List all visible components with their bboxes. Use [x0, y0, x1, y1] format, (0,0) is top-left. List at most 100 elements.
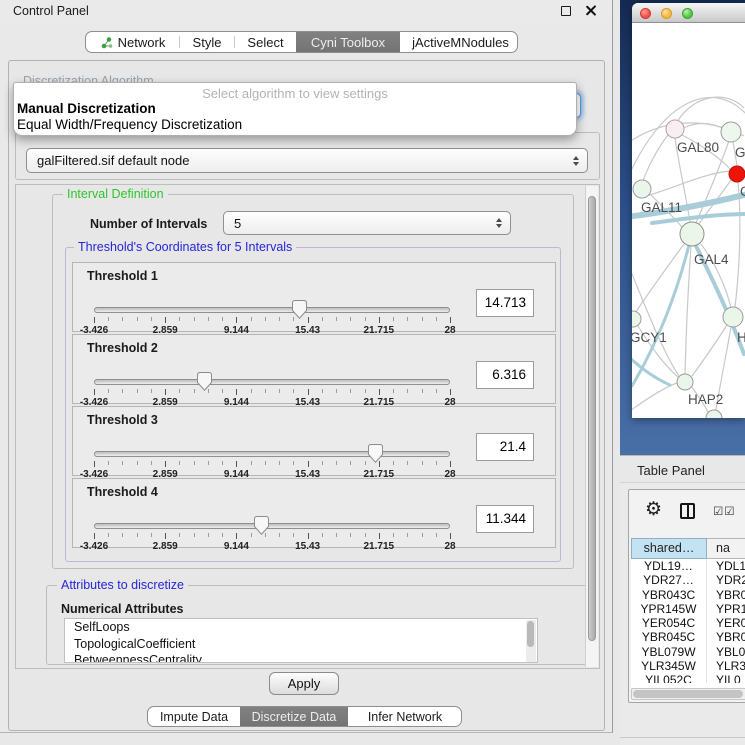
table-row[interactable]: YLR345WYLR3	[631, 659, 745, 673]
close-window-icon[interactable]	[585, 5, 596, 16]
split-columns-icon[interactable]	[680, 503, 695, 519]
slider-thumb[interactable]	[197, 372, 212, 391]
table-row[interactable]: YIL052CYIL0	[631, 673, 745, 683]
threshold-slider[interactable]: -3.4262.8599.14415.4321.71528	[94, 375, 450, 405]
float-window-icon[interactable]	[561, 6, 571, 16]
panel-divider	[620, 737, 745, 738]
network-edge[interactable]	[632, 383, 677, 414]
mac-zoom-icon[interactable]	[682, 8, 693, 19]
tick-mark	[379, 317, 380, 323]
dropdown-option-manual-discretization[interactable]: Manual Discretization	[14, 101, 576, 117]
thresholds-group-label: Threshold's Coordinates for 5 Intervals	[74, 241, 296, 254]
network-edge[interactable]	[735, 182, 740, 307]
tick-label: -3.426	[80, 541, 108, 552]
tab-jactivemnodules[interactable]: jActiveMNodules	[400, 32, 518, 52]
tick-mark	[308, 461, 309, 467]
table-row[interactable]: YDL19…YDL1	[631, 559, 745, 573]
dropdown-option-equal-width-frequency-discretization[interactable]: Equal Width/Frequency Discretization	[14, 117, 576, 133]
tick-mark	[379, 389, 380, 395]
tab-style[interactable]: Style	[180, 32, 234, 52]
attribute-item[interactable]: BetweennessCentrality	[65, 652, 537, 663]
slider-thumb[interactable]	[292, 300, 307, 319]
threshold-value-field[interactable]: 11.344	[476, 505, 534, 533]
table-hscrollbar[interactable]	[631, 688, 745, 700]
tick-mark	[137, 389, 138, 393]
tick-mark	[122, 533, 123, 537]
tab-network[interactable]: Network	[86, 32, 179, 52]
network-node[interactable]	[633, 180, 651, 198]
table-row[interactable]: YBL079WYBL0	[631, 645, 745, 659]
tick-mark	[379, 533, 380, 539]
tick-mark	[450, 389, 451, 395]
network-node[interactable]	[677, 374, 693, 390]
threshold-value-field[interactable]: 6.316	[476, 361, 534, 389]
network-edge-highlighted[interactable]	[652, 214, 745, 223]
attributes-scrollbar[interactable]	[526, 620, 536, 662]
network-edge[interactable]	[692, 325, 727, 376]
settings-scrollbar[interactable]	[585, 186, 598, 667]
network-node[interactable]	[666, 120, 684, 138]
threshold-slider[interactable]: -3.4262.8599.14415.4321.71528	[94, 303, 450, 333]
mac-close-icon[interactable]	[640, 8, 651, 19]
threshold-value-field[interactable]: 21.4	[476, 433, 534, 461]
table-header-row: shared… na	[631, 538, 745, 559]
slider-track[interactable]	[94, 379, 450, 385]
table-cell: YDR2	[707, 573, 745, 587]
tick-mark	[322, 317, 323, 321]
network-node[interactable]	[632, 311, 641, 327]
numerical-attributes-list[interactable]: SelfLoopsTopologicalCoefficientBetweenne…	[64, 618, 538, 663]
network-node[interactable]	[706, 410, 722, 418]
tab-label: Select	[247, 35, 283, 50]
slider-track[interactable]	[94, 307, 450, 313]
network-canvas[interactable]: GAL80GACGAL11GAL4GCY1HHAP2	[632, 24, 745, 418]
table-row[interactable]: YBR043CYBR0	[631, 588, 745, 602]
threshold-label: Threshold 4	[87, 485, 158, 499]
slider-thumb[interactable]	[254, 516, 269, 535]
mode-tab-discretize-data[interactable]: Discretize Data	[240, 707, 348, 726]
scrollbar-thumb[interactable]	[527, 621, 534, 647]
network-edge[interactable]	[677, 97, 744, 122]
tick-mark	[279, 389, 280, 393]
table-row[interactable]: YDR27…YDR2	[631, 573, 745, 587]
checkboxes-icon[interactable]: ☑☑	[713, 504, 736, 518]
table-row[interactable]: YER054CYER0	[631, 616, 745, 630]
scrollbar-thumb[interactable]	[633, 690, 743, 698]
attribute-item[interactable]: SelfLoops	[65, 619, 537, 636]
network-node[interactable]	[723, 307, 743, 327]
threshold-slider[interactable]: -3.4262.8599.14415.4321.71528	[94, 447, 450, 477]
network-node[interactable]	[729, 166, 745, 182]
gear-icon[interactable]: ⚙	[645, 498, 662, 521]
table-row[interactable]: YPR145WYPR1	[631, 602, 745, 616]
tab-select[interactable]: Select	[235, 32, 296, 52]
table-column-header[interactable]: na	[707, 538, 745, 559]
mac-minimize-icon[interactable]	[661, 8, 672, 19]
apply-button[interactable]: Apply	[269, 672, 339, 695]
tick-label: 28	[444, 541, 455, 552]
tick-mark	[122, 389, 123, 393]
table-data-combobox[interactable]: galFiltered.sif default node	[26, 148, 588, 173]
network-node[interactable]	[721, 122, 741, 142]
mode-tab-impute-data[interactable]: Impute Data	[148, 707, 240, 726]
attribute-item[interactable]: TopologicalCoefficient	[65, 636, 537, 653]
network-edge[interactable]	[685, 246, 691, 374]
table-column-header[interactable]: shared…	[631, 538, 707, 559]
slider-track[interactable]	[94, 523, 450, 529]
tick-mark	[208, 317, 209, 321]
tick-mark	[422, 533, 423, 537]
network-node[interactable]	[680, 222, 704, 246]
table-row[interactable]: YBR045CYBR0	[631, 630, 745, 644]
threshold-value-field[interactable]: 14.713	[476, 289, 534, 317]
mode-tab-infer-network[interactable]: Infer Network	[348, 707, 462, 726]
tick-mark	[151, 533, 152, 537]
slider-thumb[interactable]	[368, 444, 383, 463]
slider-track[interactable]	[94, 451, 450, 457]
scrollbar-thumb[interactable]	[588, 196, 596, 641]
tab-cyni-toolbox[interactable]: Cyni Toolbox	[296, 32, 400, 52]
combobox-stepper-icon	[496, 218, 502, 228]
threshold-slider[interactable]: -3.4262.8599.14415.4321.71528	[94, 519, 450, 549]
tick-mark	[251, 461, 252, 465]
number-of-intervals-combobox[interactable]: 5	[223, 211, 511, 235]
network-edge-highlighted[interactable]	[632, 354, 670, 385]
network-node-label: H	[737, 330, 745, 345]
tick-mark	[251, 533, 252, 537]
